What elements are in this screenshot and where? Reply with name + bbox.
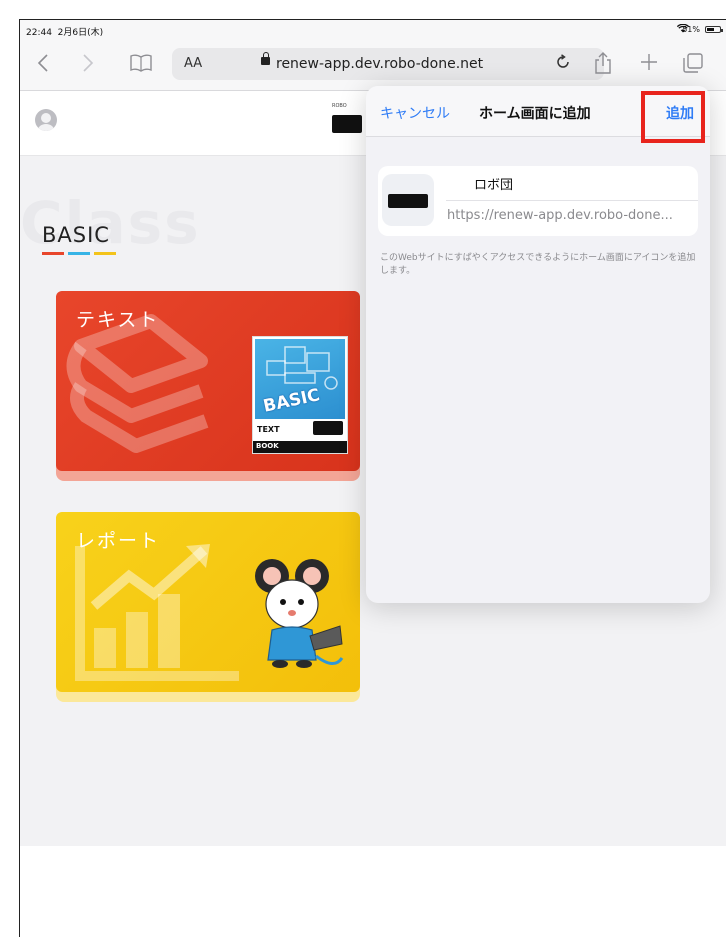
browser-toolbar: AA renew-app.dev.robo-done.net bbox=[20, 42, 726, 91]
book-text-label: TEXT bbox=[257, 425, 280, 434]
sheet-nav-bar: キャンセル ホーム画面に追加 追加 bbox=[366, 86, 710, 143]
robodan-logo[interactable]: ROBO bbox=[332, 103, 366, 141]
sheet-title: ホーム画面に追加 bbox=[479, 106, 591, 122]
app-icon-logo bbox=[388, 194, 428, 208]
battery-icon bbox=[705, 26, 723, 33]
tabs-overview-icon[interactable] bbox=[683, 53, 703, 76]
sheet-description: このWebサイトにすばやくアクセスできるようにホーム画面にアイコンを追加します。 bbox=[380, 253, 696, 276]
battery-percent: 51% bbox=[682, 25, 700, 34]
mouse-mascot-icon bbox=[255, 559, 344, 668]
text-size-button[interactable]: AA bbox=[184, 56, 202, 71]
app-preview-card: ロボ団 https://renew-app.dev.robo-done... bbox=[378, 166, 698, 236]
url-text[interactable]: renew-app.dev.robo-done.net bbox=[276, 56, 483, 72]
app-name-field[interactable]: ロボ団 bbox=[474, 174, 513, 193]
report-card-title: レポート bbox=[76, 530, 161, 552]
report-card[interactable]: レポート bbox=[56, 512, 360, 692]
new-tab-plus-icon[interactable] bbox=[640, 53, 658, 74]
status-bar: 22:44 2月6日(木) 51% bbox=[20, 20, 726, 42]
book-book-label: BOOK bbox=[256, 442, 279, 450]
time-text: 22:44 bbox=[26, 28, 52, 38]
textbook-art: BASIC bbox=[255, 339, 345, 419]
lock-icon bbox=[261, 52, 270, 65]
screenshot-frame: 22:44 2月6日(木) 51% AA renew-app.dev.robo-… bbox=[19, 19, 726, 937]
address-bar[interactable]: AA renew-app.dev.robo-done.net bbox=[172, 48, 604, 80]
growth-chart-icon bbox=[75, 544, 239, 681]
text-card[interactable]: テキスト BASIC TEXT BOOK bbox=[56, 291, 360, 471]
book-robodan-logo bbox=[313, 421, 343, 435]
date-text: 2月6日(木) bbox=[57, 28, 104, 38]
add-button-highlight-box bbox=[641, 91, 705, 143]
user-avatar-icon[interactable] bbox=[35, 109, 57, 131]
app-url-text: https://renew-app.dev.robo-done... bbox=[447, 208, 673, 223]
title-color-underline bbox=[42, 252, 116, 255]
app-icon bbox=[382, 174, 434, 226]
status-time: 22:44 2月6日(木) bbox=[26, 25, 103, 38]
cancel-button[interactable]: キャンセル bbox=[380, 103, 450, 123]
text-card-title: テキスト bbox=[76, 309, 160, 331]
section-title: BASIC bbox=[42, 223, 110, 247]
add-to-home-screen-sheet: キャンセル ホーム画面に追加 追加 ロボ団 https://renew-app.… bbox=[366, 86, 710, 603]
share-icon[interactable] bbox=[594, 51, 612, 78]
bookmarks-book-icon[interactable] bbox=[130, 54, 152, 75]
forward-chevron-icon[interactable] bbox=[82, 53, 94, 76]
basic-textbook-cover: BASIC TEXT BOOK bbox=[252, 336, 348, 454]
stacked-books-icon bbox=[66, 314, 209, 453]
book-bottom-strip: BOOK bbox=[253, 441, 347, 453]
reload-icon[interactable] bbox=[555, 54, 571, 75]
back-chevron-icon[interactable] bbox=[37, 53, 49, 76]
